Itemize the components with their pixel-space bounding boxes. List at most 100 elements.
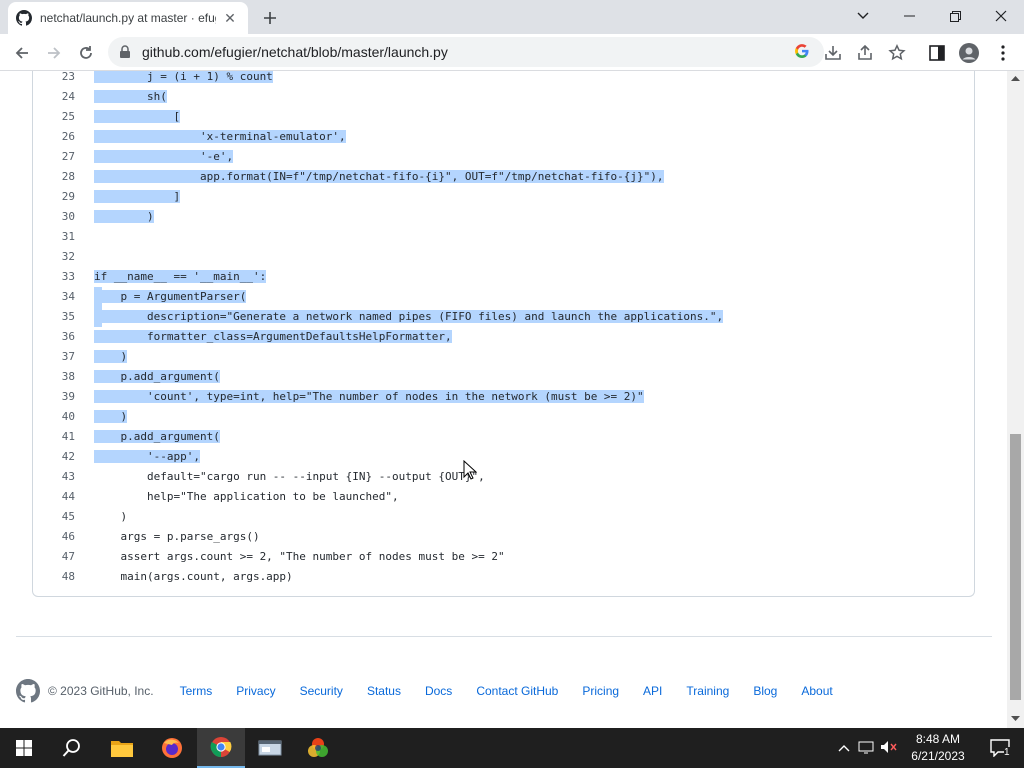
line-number[interactable]: 28 — [33, 167, 75, 187]
window-app-icon — [258, 740, 282, 756]
line-number[interactable]: 23 — [33, 71, 75, 87]
back-button[interactable] — [9, 40, 35, 66]
code-text: j = (i + 1) % count — [94, 71, 273, 87]
line-number[interactable]: 46 — [33, 527, 75, 547]
github-logo-icon[interactable] — [16, 679, 40, 703]
line-number[interactable]: 34 — [33, 287, 75, 307]
line-number[interactable]: 39 — [33, 387, 75, 407]
scroll-down-icon[interactable] — [1011, 716, 1020, 722]
code-text: ) — [94, 507, 127, 527]
side-panel-button[interactable] — [926, 42, 948, 64]
line-number[interactable]: 48 — [33, 567, 75, 587]
vertical-scrollbar[interactable] — [1007, 71, 1024, 728]
reload-button[interactable] — [73, 40, 99, 66]
forward-button[interactable] — [41, 40, 67, 66]
tab-search-button[interactable] — [840, 0, 886, 32]
plus-icon — [264, 12, 276, 24]
page-content: 23 j = (i + 1) % count 24 sh(25 [26 'x-te… — [0, 71, 1024, 728]
code-text: assert args.count >= 2, "The number of n… — [94, 547, 504, 567]
bookmark-button[interactable] — [886, 42, 908, 64]
footer-link-blog[interactable]: Blog — [753, 684, 777, 698]
line-number[interactable]: 36 — [33, 327, 75, 347]
code-text: [ — [94, 107, 181, 127]
line-number[interactable]: 38 — [33, 367, 75, 387]
taskbar-app-window[interactable] — [246, 728, 294, 768]
taskbar-chrome[interactable] — [197, 728, 245, 768]
code-text-content: '-e', — [94, 150, 234, 163]
share-button[interactable] — [854, 42, 876, 64]
windows-logo-icon — [16, 740, 32, 756]
show-hidden-icons-icon[interactable] — [838, 741, 854, 755]
lock-icon[interactable] — [118, 45, 132, 59]
line-number[interactable]: 43 — [33, 467, 75, 487]
line-number[interactable]: 47 — [33, 547, 75, 567]
code-text-content: j = (i + 1) % count — [94, 71, 273, 83]
taskbar-clock[interactable]: 8:48 AM 6/21/2023 — [906, 731, 970, 765]
taskbar-firefox[interactable] — [148, 728, 196, 768]
url-text[interactable]: github.com/efugier/netchat/blob/master/l… — [142, 44, 448, 60]
footer-link-terms[interactable]: Terms — [180, 684, 213, 698]
footer-link-status[interactable]: Status — [367, 684, 401, 698]
footer-link-about[interactable]: About — [801, 684, 832, 698]
clock-date: 6/21/2023 — [911, 749, 965, 763]
line-number[interactable]: 30 — [33, 207, 75, 227]
arrow-left-icon — [15, 47, 28, 59]
line-number[interactable]: 44 — [33, 487, 75, 507]
browser-menu-button[interactable] — [992, 42, 1014, 64]
address-bar[interactable]: github.com/efugier/netchat/blob/master/l… — [108, 37, 824, 67]
code-line: 33 if __name__ == '__main__': — [33, 267, 974, 287]
line-number[interactable]: 27 — [33, 147, 75, 167]
taskbar-file-explorer[interactable] — [98, 728, 146, 768]
code-line: 47 assert args.count >= 2, "The number o… — [33, 547, 974, 567]
restore-icon — [949, 10, 961, 22]
footer-link-privacy[interactable]: Privacy — [236, 684, 275, 698]
code-text: 'x-terminal-emulator', — [94, 127, 346, 147]
line-number[interactable]: 24 — [33, 87, 75, 107]
line-number[interactable]: 25 — [33, 107, 75, 127]
line-number[interactable]: 32 — [33, 247, 75, 267]
close-tab-icon[interactable]: ✕ — [220, 8, 240, 28]
minimize-button[interactable] — [886, 0, 932, 32]
line-number[interactable]: 37 — [33, 347, 75, 367]
line-number[interactable]: 29 — [33, 187, 75, 207]
line-number[interactable]: 35 — [33, 307, 75, 327]
line-number[interactable]: 26 — [33, 127, 75, 147]
restore-button[interactable] — [932, 0, 978, 32]
action-center-button[interactable]: 1 — [976, 728, 1024, 768]
footer-link-contact[interactable]: Contact GitHub — [476, 684, 558, 698]
install-app-button[interactable] — [822, 42, 844, 64]
start-button[interactable] — [0, 728, 48, 768]
code-line: 45 ) — [33, 507, 974, 527]
code-text-content: ) — [94, 210, 154, 223]
code-text: main(args.count, args.app) — [94, 567, 292, 587]
profile-button[interactable] — [958, 42, 980, 64]
scroll-up-icon[interactable] — [1011, 75, 1020, 81]
google-translate-icon[interactable] — [792, 41, 812, 61]
code-line: 23 j = (i + 1) % count — [33, 71, 974, 87]
footer-link-training[interactable]: Training — [686, 684, 729, 698]
code-line: 43 default="cargo run -- --input {IN} --… — [33, 467, 974, 487]
line-number[interactable]: 42 — [33, 447, 75, 467]
footer-link-docs[interactable]: Docs — [425, 684, 452, 698]
volume-muted-icon[interactable] — [880, 740, 902, 757]
footer-link-api[interactable]: API — [643, 684, 662, 698]
footer-link-security[interactable]: Security — [300, 684, 343, 698]
code-text: formatter_class=ArgumentDefaultsHelpForm… — [94, 327, 452, 347]
line-number[interactable]: 33 — [33, 267, 75, 287]
taskbar-color-app[interactable] — [294, 728, 342, 768]
code-line: 46 args = p.parse_args() — [33, 527, 974, 547]
line-number[interactable]: 45 — [33, 507, 75, 527]
close-window-button[interactable] — [978, 0, 1024, 32]
taskbar-search-button[interactable] — [48, 728, 96, 768]
line-number[interactable]: 40 — [33, 407, 75, 427]
line-number[interactable]: 41 — [33, 427, 75, 447]
line-number[interactable]: 31 — [33, 227, 75, 247]
code-text: ) — [94, 407, 128, 427]
browser-tab[interactable]: netchat/launch.py at master · efugier/ne… — [8, 2, 248, 34]
new-tab-button[interactable] — [258, 6, 282, 30]
code-text-content: help="The application to be launched", — [94, 490, 399, 503]
scrollbar-thumb[interactable] — [1010, 434, 1021, 700]
code-line: 42 '--app', — [33, 447, 974, 467]
footer-link-pricing[interactable]: Pricing — [582, 684, 619, 698]
network-icon[interactable] — [858, 740, 880, 757]
